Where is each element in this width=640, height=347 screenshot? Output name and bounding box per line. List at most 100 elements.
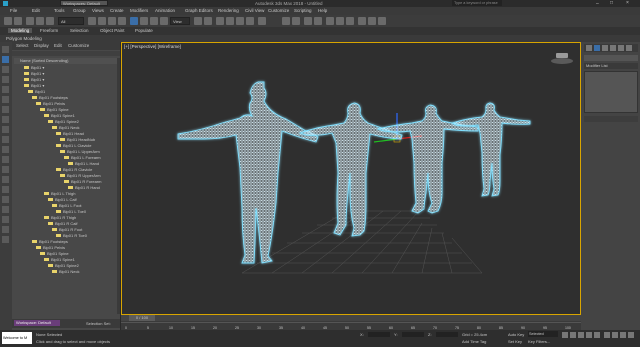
select-rotate-icon[interactable] <box>140 17 148 25</box>
x-coord-field[interactable] <box>368 332 390 337</box>
character-mesh-4[interactable] <box>450 102 531 197</box>
key-filters-button[interactable]: Key Filters... <box>528 339 550 344</box>
toolstrip-spacewarps-icon[interactable] <box>2 116 9 123</box>
angle-snap-icon[interactable] <box>226 17 234 25</box>
align-icon[interactable] <box>292 17 300 25</box>
rectangle-selection-icon[interactable] <box>108 17 116 25</box>
place-icon[interactable] <box>160 17 168 25</box>
ribbon-panel-label[interactable]: Polygon Modeling <box>6 36 42 41</box>
named-selection-icon[interactable] <box>258 17 266 25</box>
modifier-stack[interactable] <box>584 71 638 113</box>
tree-row[interactable]: Bip01 Neck <box>52 269 79 275</box>
object-name-field[interactable] <box>584 55 638 61</box>
maximize-button[interactable]: □ <box>610 0 613 6</box>
render-setup-icon[interactable] <box>358 17 366 25</box>
menu-item[interactable]: Scripting <box>294 8 312 13</box>
tab-freeform[interactable]: Freeform <box>40 28 58 33</box>
hierarchy-tab-icon[interactable] <box>602 45 608 51</box>
tab-modeling[interactable]: Modeling <box>8 28 33 33</box>
menu-item[interactable]: Customize <box>268 8 289 13</box>
menu-item[interactable]: Help <box>318 8 327 13</box>
character-mesh-2[interactable] <box>298 102 403 237</box>
set-key-button[interactable]: Set Key <box>508 339 522 344</box>
orbit-icon[interactable] <box>612 332 618 338</box>
character-mesh-1[interactable] <box>177 81 319 264</box>
zoom-icon[interactable] <box>604 332 610 338</box>
toolstrip-helpers-icon[interactable] <box>2 106 9 113</box>
search-input[interactable]: Type a keyword or phrase <box>452 0 502 6</box>
reference-coordinate-dropdown[interactable]: View <box>170 17 190 25</box>
toolstrip-hide-icon[interactable] <box>2 216 9 223</box>
select-by-name-icon[interactable] <box>98 17 106 25</box>
viewcube-ring-icon[interactable] <box>551 58 573 64</box>
tab-selection[interactable]: Selection <box>70 28 89 33</box>
toolstrip-containers-icon[interactable] <box>2 136 9 143</box>
menu-item[interactable]: Views <box>92 8 104 13</box>
percent-snap-icon[interactable] <box>236 17 244 25</box>
modifier-list-dropdown[interactable]: Modifier List <box>584 63 638 69</box>
toolstrip-cameras-icon[interactable] <box>2 96 9 103</box>
toolstrip-select-icon[interactable] <box>2 46 9 53</box>
menu-item[interactable]: Group <box>73 8 86 13</box>
go-to-end-icon[interactable] <box>594 332 600 338</box>
motion-tab-icon[interactable] <box>610 45 616 51</box>
viewcube[interactable] <box>551 53 573 65</box>
perspective-viewport[interactable]: [+] [Perspective] [Wireframe] <box>121 42 581 315</box>
toolstrip-groups-icon[interactable] <box>2 146 9 153</box>
toolstrip-shapes-icon[interactable] <box>2 76 9 83</box>
select-scale-icon[interactable] <box>150 17 158 25</box>
select-manipulate-icon[interactable] <box>204 17 212 25</box>
scene-tab-display[interactable]: Display <box>34 43 49 48</box>
next-frame-icon[interactable] <box>586 332 592 338</box>
workspace-dropdown[interactable]: Workspaces: Default <box>60 0 108 6</box>
scene-tab-customize[interactable]: Customize <box>68 43 89 48</box>
toolstrip-settings-icon[interactable] <box>2 236 9 243</box>
scene-column-header[interactable]: Name (Sorted Descending) <box>14 58 118 64</box>
menu-item[interactable]: Rendering <box>218 8 239 13</box>
maxscript-listener[interactable]: Welcome to M <box>2 332 32 344</box>
display-tab-icon[interactable] <box>618 45 624 51</box>
play-icon[interactable] <box>578 332 584 338</box>
menu-item[interactable]: Tools <box>54 8 65 13</box>
tab-populate[interactable]: Populate <box>135 28 153 33</box>
scene-explorer-icon[interactable] <box>314 17 322 25</box>
snaps-toggle-icon[interactable] <box>216 17 224 25</box>
key-mode-dropdown[interactable]: Selected <box>528 331 558 337</box>
spinner-snap-icon[interactable] <box>246 17 254 25</box>
toolstrip-lights-icon[interactable] <box>2 86 9 93</box>
redo-icon[interactable] <box>14 17 22 25</box>
time-slider[interactable]: 0 / 100 <box>121 315 581 321</box>
utilities-tab-icon[interactable] <box>626 45 632 51</box>
layer-explorer-icon[interactable] <box>304 17 312 25</box>
pivot-center-icon[interactable] <box>194 17 202 25</box>
go-to-start-icon[interactable] <box>562 332 568 338</box>
undo-icon[interactable] <box>4 17 12 25</box>
toolstrip-bones-icon[interactable] <box>2 126 9 133</box>
select-object-icon[interactable] <box>88 17 96 25</box>
z-coord-field[interactable] <box>436 332 458 337</box>
y-coord-field[interactable] <box>402 332 424 337</box>
toolstrip-freeze-icon[interactable] <box>2 206 9 213</box>
toolstrip-invert-icon[interactable] <box>2 176 9 183</box>
link-icon[interactable] <box>26 17 34 25</box>
select-move-icon[interactable] <box>130 17 138 25</box>
render-production-icon[interactable] <box>378 17 386 25</box>
curve-editor-icon[interactable] <box>326 17 334 25</box>
modify-tab-icon[interactable] <box>594 45 600 51</box>
selection-filter-dropdown[interactable]: All <box>58 17 84 25</box>
toolstrip-dependencies-icon[interactable] <box>2 196 9 203</box>
pan-icon[interactable] <box>620 332 626 338</box>
menu-item[interactable]: Graph Editors <box>185 8 213 13</box>
menu-item[interactable]: File <box>10 8 17 13</box>
scene-tab-select[interactable]: Select <box>16 43 29 48</box>
material-editor-icon[interactable] <box>346 17 354 25</box>
toolstrip-sync-icon[interactable] <box>2 226 9 233</box>
schematic-view-icon[interactable] <box>336 17 344 25</box>
menu-item[interactable]: Edit <box>32 8 40 13</box>
time-slider-handle[interactable]: 0 / 100 <box>129 315 155 321</box>
toolstrip-xrefs-icon[interactable] <box>2 156 9 163</box>
rendered-frame-window-icon[interactable] <box>368 17 376 25</box>
modifier-stack-controls[interactable] <box>584 116 638 122</box>
workspace-select[interactable]: Workspace: Default <box>14 320 60 326</box>
menu-item[interactable]: Civil View <box>245 8 264 13</box>
